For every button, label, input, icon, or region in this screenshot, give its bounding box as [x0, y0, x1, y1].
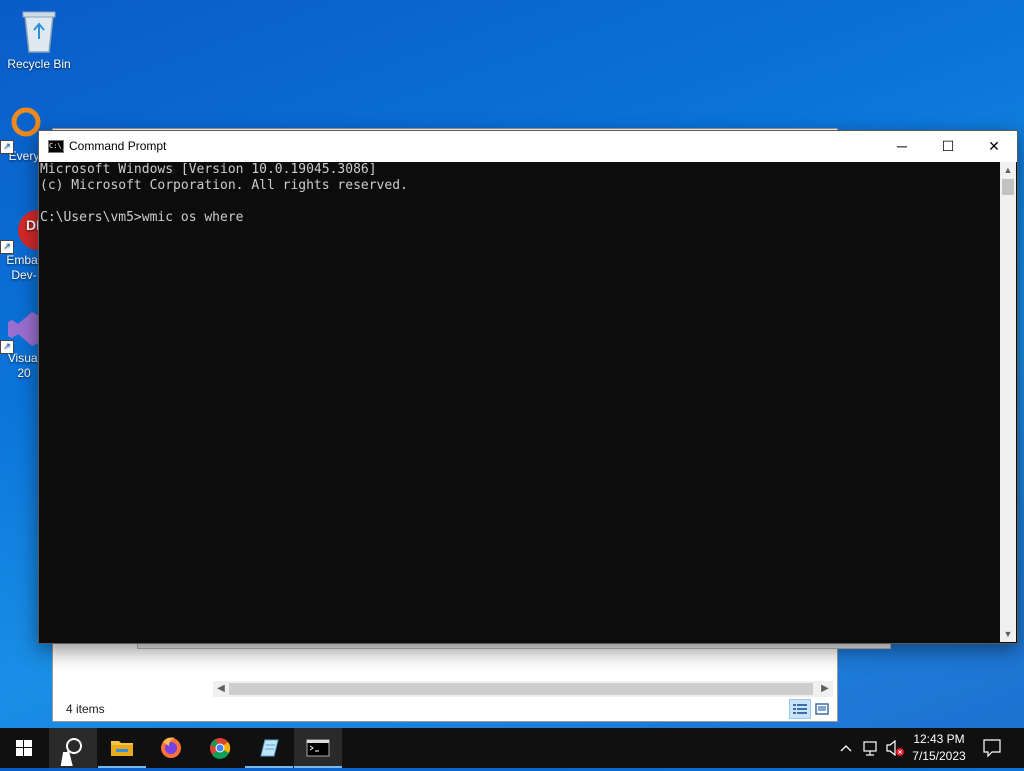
clock-date: 7/15/2023	[912, 749, 966, 763]
details-view-icon	[793, 704, 807, 714]
shortcut-arrow-icon: ↗	[0, 140, 14, 154]
details-view-button[interactable]	[789, 699, 811, 719]
network-icon[interactable]	[861, 728, 881, 768]
title-bar[interactable]: C:\_ Command Prompt ─ ☐ ✕	[39, 131, 1017, 162]
command-prompt-icon	[306, 739, 330, 757]
console-command-line: C:\Users\vm5>wmic os where	[40, 210, 244, 225]
shortcut-arrow-icon: ↗	[0, 340, 14, 354]
firefox-icon	[161, 737, 181, 758]
desktop-icon-label: Recycle Bin	[7, 57, 71, 71]
console-line: Microsoft Windows [Version 10.0.19045.30…	[40, 162, 377, 177]
close-button[interactable]: ✕	[971, 131, 1017, 162]
windows-logo-icon	[16, 740, 32, 756]
command-prompt-icon: C:\_	[48, 140, 66, 153]
taskbar-notepad[interactable]	[245, 728, 293, 768]
show-hidden-icons-chevron-icon[interactable]	[838, 728, 854, 768]
folder-icon	[111, 741, 133, 756]
taskbar-command-prompt[interactable]	[294, 728, 342, 768]
taskbar-firefox[interactable]	[147, 728, 195, 768]
taskbar-file-explorer[interactable]	[98, 728, 146, 768]
scrollbar-thumb[interactable]	[229, 683, 813, 695]
notepad-icon	[260, 739, 279, 757]
large-icons-view-icon	[815, 703, 829, 715]
system-clock[interactable]: 12:43 PM 7/15/2023	[902, 731, 976, 765]
scroll-right-icon[interactable]: ▶	[817, 681, 833, 697]
status-item-count: 4 items	[66, 702, 105, 716]
maximize-button[interactable]: ☐	[925, 131, 971, 162]
taskbar: 12:43 PM 7/15/2023	[0, 728, 1024, 768]
window-title: Command Prompt	[69, 139, 167, 153]
command-prompt-window[interactable]: C:\_ Command Prompt ─ ☐ ✕ Microsoft Wind…	[38, 130, 1018, 644]
minimize-button[interactable]: ─	[879, 131, 925, 162]
vertical-scrollbar[interactable]: ▲ ▼	[1000, 162, 1016, 642]
scroll-up-icon[interactable]: ▲	[1000, 162, 1016, 178]
scroll-left-icon[interactable]: ◀	[213, 681, 229, 697]
console-line: (c) Microsoft Corporation. All rights re…	[40, 178, 408, 193]
desktop-icon-recycle-bin[interactable]: Recycle Bin	[1, 8, 77, 72]
scrollbar-thumb[interactable]	[1002, 179, 1014, 195]
taskbar-chrome[interactable]	[196, 728, 244, 768]
horizontal-scrollbar[interactable]: ◀ ▶	[213, 681, 833, 697]
recycle-bin-icon	[22, 11, 56, 53]
action-center-icon[interactable]	[980, 728, 1004, 768]
start-button[interactable]	[0, 728, 48, 768]
chrome-icon	[210, 738, 231, 759]
shortcut-arrow-icon: ↗	[0, 240, 14, 254]
mouse-cursor	[60, 752, 76, 766]
console-output[interactable]: Microsoft Windows [Version 10.0.19045.30…	[40, 162, 1000, 642]
clock-time: 12:43 PM	[913, 732, 965, 746]
large-icons-view-button[interactable]	[811, 699, 833, 719]
scroll-down-icon[interactable]: ▼	[1000, 626, 1016, 642]
